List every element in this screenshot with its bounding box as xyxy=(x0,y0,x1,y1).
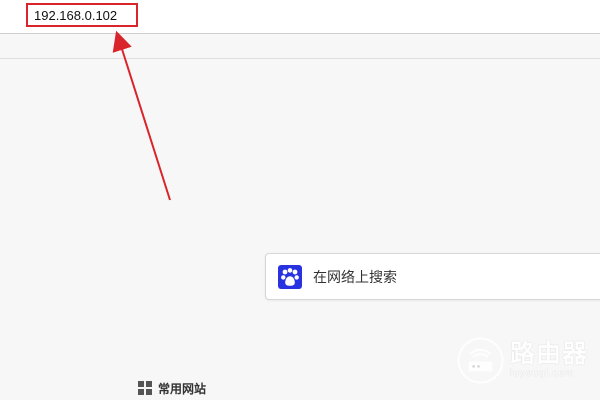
search-box[interactable]: 在网络上搜索 xyxy=(265,253,600,300)
watermark-title: 路由器 xyxy=(510,339,589,368)
watermark: 路由器 luyouqi.com xyxy=(457,334,589,386)
address-value: 192.168.0.102 xyxy=(34,8,118,23)
baidu-paw-icon xyxy=(278,265,302,289)
search-placeholder: 在网络上搜索 xyxy=(313,269,397,285)
address-bar-area: 192.168.0.102 xyxy=(0,0,600,34)
toolbar-divider xyxy=(0,34,600,59)
grid-icon xyxy=(138,381,152,395)
router-logo-icon xyxy=(457,336,504,384)
common-sites-link[interactable]: 常用网站 xyxy=(138,380,206,396)
common-sites-label: 常用网站 xyxy=(158,381,207,396)
address-input[interactable]: 192.168.0.102 xyxy=(26,3,138,27)
watermark-subtitle: luyouqi.com xyxy=(510,367,575,379)
browser-window: 192.168.0.102 在网络上搜索 常用网站 路由器 luyouqi.co… xyxy=(0,0,600,400)
